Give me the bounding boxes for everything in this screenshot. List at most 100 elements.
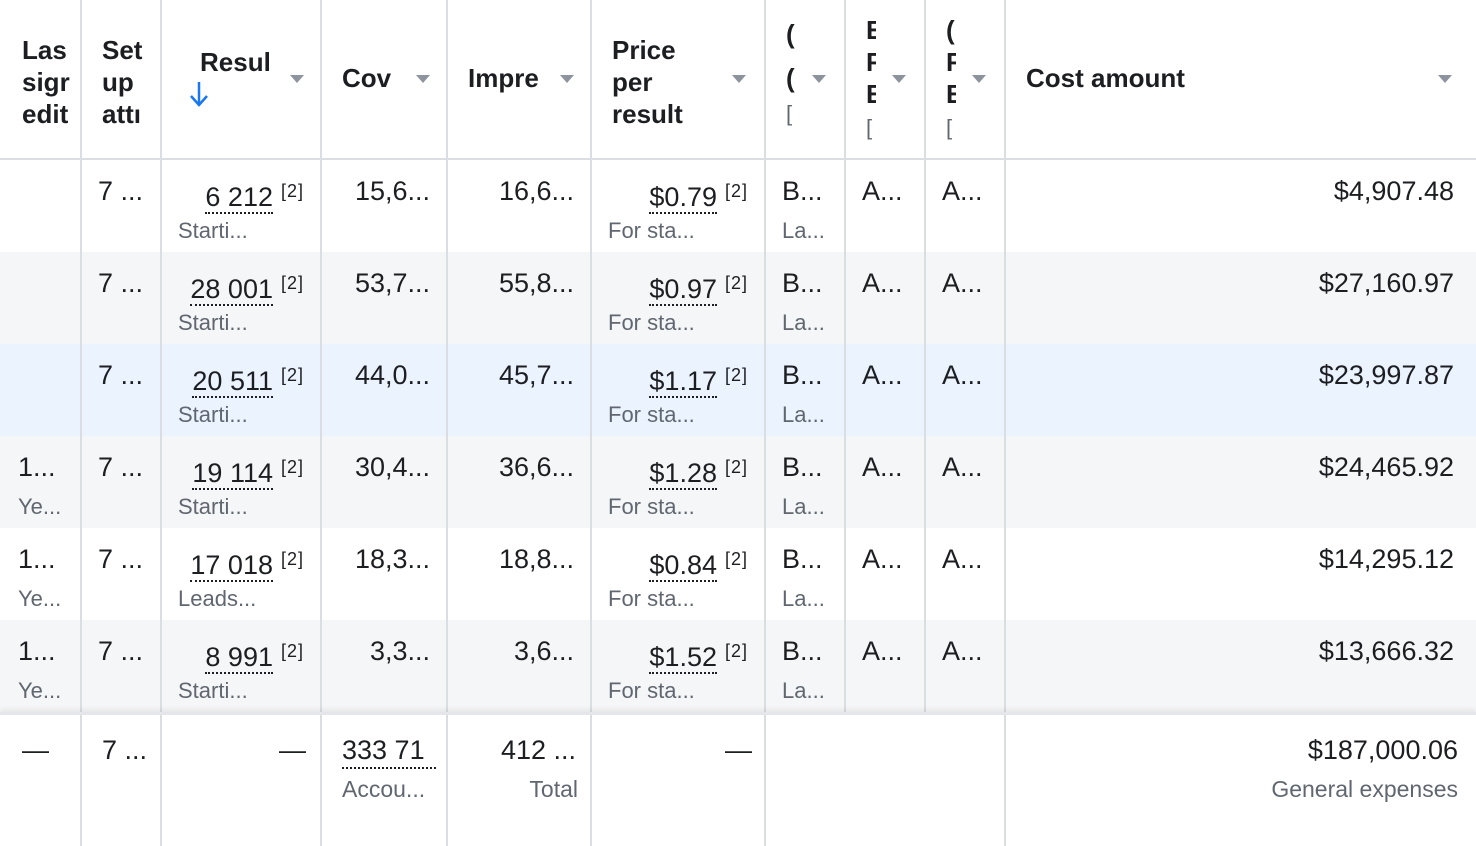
price-link[interactable]: $1.52 xyxy=(649,642,717,674)
header-label-line: ( xyxy=(946,15,955,45)
cell-value-group: 6 212 [2] xyxy=(205,174,304,214)
cell-sub: Leads... xyxy=(178,586,257,611)
column-header-last-significant-edit[interactable]: Las sigr edit xyxy=(0,0,82,158)
price-link[interactable]: $0.97 xyxy=(649,274,717,306)
table-row[interactable]: 7 ... 28 001 [2] Starti... 53,7... 55,8..… xyxy=(0,252,1476,344)
summary-value: $187,000.06 xyxy=(1307,735,1458,765)
cell-sub: La... xyxy=(782,218,825,243)
cell-value: 7 ... xyxy=(98,544,144,574)
cell-col9: A... xyxy=(926,252,1006,344)
header-label-line: up xyxy=(102,67,134,97)
cell-setup: 7 ... xyxy=(82,528,162,620)
caret-down-icon[interactable] xyxy=(416,75,430,83)
price-link[interactable]: $0.84 xyxy=(649,550,717,582)
table-summary-row: — 7 ... — 333 71 Accou... 412 ... Total … xyxy=(0,712,1476,846)
cell-price-per-result: $0.79 [2] For sta... xyxy=(592,160,766,252)
cell-sub: La... xyxy=(782,494,825,519)
cell-price-per-result: $1.28 [2] For sta... xyxy=(592,436,766,528)
summary-cell-price: — xyxy=(592,715,766,846)
table-row[interactable]: 7 ... 6 212 [2] Starti... 15,6... 16,6...… xyxy=(0,160,1476,252)
cell-cost-amount: $4,907.48 xyxy=(1006,160,1476,252)
header-label-line: Price xyxy=(612,35,676,65)
footnote-marker: [2] xyxy=(724,457,748,477)
table-row[interactable]: 1... Ye... 7 ... 17 018 [2] Leads... 18,3… xyxy=(0,528,1476,620)
caret-down-icon[interactable] xyxy=(892,75,906,83)
cell-sub: For sta... xyxy=(608,218,695,243)
column-header-coverage[interactable]: Cov xyxy=(322,0,448,158)
column-header-price-per-result[interactable]: Price per result xyxy=(592,0,766,158)
column-header-cost-amount[interactable]: Cost amount xyxy=(1006,0,1476,158)
footnote-marker: [2] xyxy=(724,549,748,569)
cell-sub: For sta... xyxy=(608,310,695,335)
cell-sub: Starti... xyxy=(178,218,248,243)
cell-value: 53,7... xyxy=(354,268,430,298)
cell-results: 17 018 [2] Leads... xyxy=(162,528,322,620)
caret-down-icon[interactable] xyxy=(560,75,574,83)
results-link[interactable]: 6 212 xyxy=(205,182,273,214)
cell-coverage: 3,3... xyxy=(322,620,448,712)
cell-col9: A... xyxy=(926,160,1006,252)
cell-value: A... xyxy=(862,360,903,390)
cell-results: 20 511 [2] Starti... xyxy=(162,344,322,436)
footnote-marker: [2] xyxy=(280,181,304,201)
cell-value: A... xyxy=(942,360,983,390)
cell-sub: Starti... xyxy=(178,494,248,519)
results-link[interactable]: 17 018 xyxy=(190,550,273,582)
results-link[interactable]: 20 511 xyxy=(192,366,273,398)
cell-sub: La... xyxy=(782,310,825,335)
cell-price-per-result: $1.52 [2] For sta... xyxy=(592,620,766,712)
cell-coverage: 15,6... xyxy=(322,160,448,252)
cell-col8: A... xyxy=(846,436,926,528)
cell-coverage: 18,3... xyxy=(322,528,448,620)
cell-value: A... xyxy=(862,452,903,482)
results-link[interactable]: 19 114 xyxy=(192,458,273,490)
cell-value: A... xyxy=(942,176,983,206)
cell-impressions: 36,6... xyxy=(448,436,592,528)
table-row[interactable]: 7 ... 20 511 [2] Starti... 44,0... 45,7..… xyxy=(0,344,1476,436)
footnote-marker: [2] xyxy=(280,365,304,385)
cell-value: 18,8... xyxy=(498,544,574,574)
column-header-results[interactable]: Resul xyxy=(162,0,322,158)
results-link[interactable]: 28 001 xyxy=(190,274,273,306)
table-row[interactable]: 1... Ye... 7 ... 8 991 [2] Starti... 3,3.… xyxy=(0,620,1476,712)
ads-table: Las sigr edit Set up attı Resul Cov Impr… xyxy=(0,0,1476,846)
cell-value-group: $0.84 [2] xyxy=(649,542,748,582)
summary-value[interactable]: 333 71 xyxy=(342,733,436,769)
price-link[interactable]: $0.79 xyxy=(649,182,717,214)
cell-value-group: $1.28 [2] xyxy=(649,450,748,490)
cell-value: A... xyxy=(942,636,983,666)
caret-down-icon[interactable] xyxy=(1438,75,1452,83)
caret-down-icon[interactable] xyxy=(732,75,746,83)
cell-col7: B... La... xyxy=(766,620,846,712)
price-link[interactable]: $1.17 xyxy=(649,366,717,398)
header-label-line: [ xyxy=(786,101,793,126)
footnote-marker: [2] xyxy=(280,273,304,293)
cell-sub: Ye... xyxy=(18,586,62,611)
caret-down-icon[interactable] xyxy=(972,75,986,83)
cell-cost-amount: $13,666.32 xyxy=(1006,620,1476,712)
table-row[interactable]: 1... Ye... 7 ... 19 114 [2] Starti... 30,… xyxy=(0,436,1476,528)
cell-col8: A... xyxy=(846,620,926,712)
cell-value: 7 ... xyxy=(98,176,144,206)
column-header-7[interactable]: ( ( [ xyxy=(766,0,846,158)
column-header-impressions[interactable]: Impre xyxy=(448,0,592,158)
cell-value: $14,295.12 xyxy=(1318,544,1454,574)
price-link[interactable]: $1.28 xyxy=(649,458,717,490)
summary-cell-coverage: 333 71 Accou... xyxy=(322,715,448,846)
caret-down-icon[interactable] xyxy=(812,75,826,83)
caret-down-icon[interactable] xyxy=(290,75,304,83)
header-label-line: E xyxy=(866,14,876,46)
column-header-8[interactable]: E F E [ xyxy=(846,0,926,158)
cell-value: $24,465.92 xyxy=(1318,452,1454,482)
cell-sub: Starti... xyxy=(178,310,248,335)
results-link[interactable]: 8 991 xyxy=(205,642,273,674)
cell-value: B... xyxy=(782,268,823,298)
column-header-9[interactable]: ( F E [ xyxy=(926,0,1006,158)
cell-col7: B... La... xyxy=(766,528,846,620)
cell-last-edit xyxy=(0,252,82,344)
arrow-down-icon[interactable] xyxy=(188,80,210,108)
summary-cell-empty xyxy=(766,715,1006,846)
cell-cost-amount: $23,997.87 xyxy=(1006,344,1476,436)
summary-value: — xyxy=(725,735,752,765)
column-header-setup-attribution[interactable]: Set up attı xyxy=(82,0,162,158)
